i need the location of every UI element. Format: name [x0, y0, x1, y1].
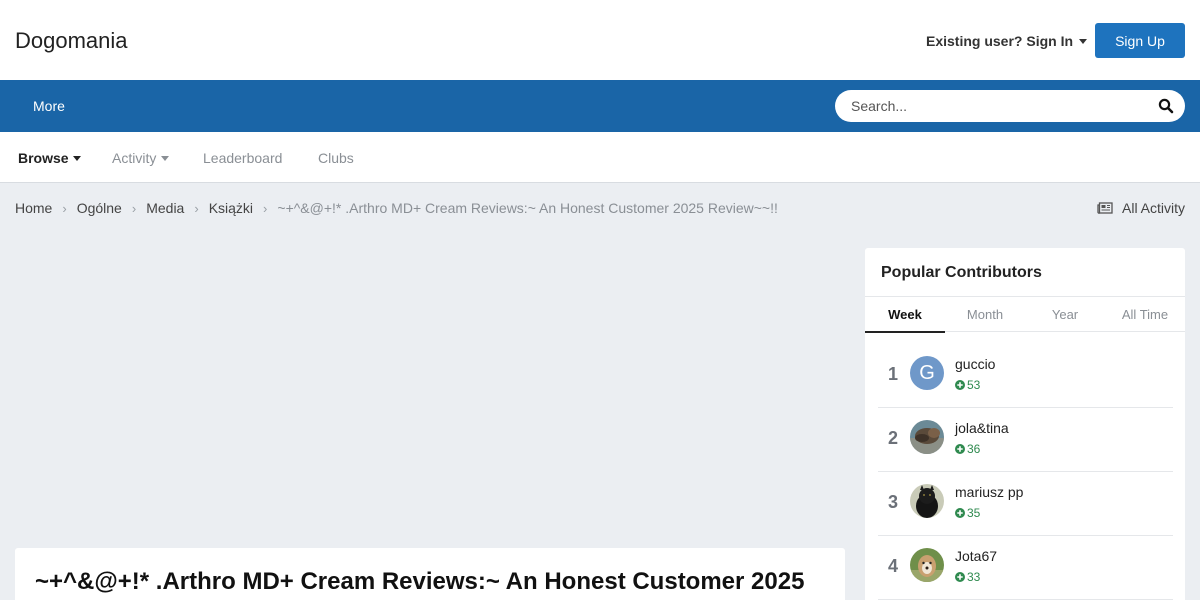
sub-nav: Browse Activity Leaderboard Clubs [0, 132, 1200, 183]
contributor-rank: 3 [887, 492, 898, 512]
contributor-row: 2 jola&tina 36 [878, 408, 1173, 472]
avatar[interactable] [910, 420, 944, 454]
chevron-down-icon [72, 155, 81, 161]
reputation-value: 35 [967, 506, 981, 520]
chevron-right-icon: › [194, 200, 199, 216]
tab-all-time[interactable]: All Time [1105, 297, 1185, 332]
tab-leaderboard-label: Leaderboard [203, 150, 283, 166]
tab-browse-label: Browse [18, 150, 69, 166]
tab-activity[interactable]: Activity [112, 150, 170, 166]
search-input[interactable] [835, 90, 1145, 122]
breadcrumb-current: ~+^&@+!* .Arthro MD+ Cream Reviews:~ An … [277, 200, 778, 216]
contributor-rank: 2 [887, 428, 898, 448]
widget-title: Popular Contributors [881, 264, 1042, 281]
search-icon[interactable] [1157, 97, 1175, 115]
tab-week[interactable]: Week [865, 297, 945, 333]
avatar-letter: G [919, 361, 935, 384]
tab-browse[interactable]: Browse [18, 150, 81, 166]
contributor-name[interactable]: jola&tina [955, 420, 1009, 436]
tab-clubs[interactable]: Clubs [318, 150, 354, 166]
main-nav: More [0, 80, 1200, 132]
plus-circle-icon [955, 380, 965, 390]
sign-in-link[interactable]: Existing user? Sign In [926, 33, 1088, 49]
breadcrumb-media[interactable]: Media [146, 200, 184, 216]
site-logo[interactable]: Dogomania [15, 28, 128, 54]
reputation: 53 [955, 378, 980, 392]
all-activity-link[interactable]: All Activity [1097, 200, 1185, 216]
tab-activity-label: Activity [112, 150, 157, 166]
contributor-name[interactable]: guccio [955, 356, 995, 372]
site-header: Dogomania Existing user? Sign In Sign Up [0, 0, 1200, 80]
avatar-photo [910, 484, 944, 518]
avatar[interactable] [910, 484, 944, 518]
avatar-photo [910, 548, 944, 582]
reputation-value: 36 [967, 442, 981, 456]
popular-contributors-widget: Popular Contributors Week Month Year All… [865, 248, 1185, 600]
plus-circle-icon [955, 444, 965, 454]
tab-clubs-label: Clubs [318, 150, 354, 166]
avatar[interactable] [910, 548, 944, 582]
post-card: ~+^&@+!* .Arthro MD+ Cream Reviews:~ An … [15, 548, 845, 600]
nav-more-item[interactable]: More [33, 98, 65, 114]
contributor-row: 1 G guccio 53 [878, 344, 1173, 408]
plus-circle-icon [955, 572, 965, 582]
breadcrumb-ogolne[interactable]: Ogólne [77, 200, 122, 216]
contributor-name[interactable]: mariusz pp [955, 484, 1023, 500]
reputation: 35 [955, 506, 980, 520]
reputation: 36 [955, 442, 980, 456]
reputation: 33 [955, 570, 980, 584]
chevron-down-icon [161, 155, 170, 161]
sign-in-label: Existing user? Sign In [926, 33, 1074, 49]
breadcrumb-ksiazki[interactable]: Książki [209, 200, 253, 216]
newspaper-icon [1097, 202, 1113, 214]
sign-up-button[interactable]: Sign Up [1095, 23, 1185, 58]
contributor-rank: 4 [887, 556, 898, 576]
contributors-tabs: Week Month Year All Time [865, 296, 1185, 333]
chevron-right-icon: › [131, 200, 137, 216]
search-box [835, 90, 1185, 122]
tab-year[interactable]: Year [1025, 297, 1105, 332]
breadcrumb: Home › Ogólne › Media › Książki › ~+^&@+… [15, 200, 778, 216]
reputation-value: 33 [967, 570, 981, 584]
avatar-photo [910, 420, 944, 454]
chevron-right-icon: › [62, 200, 67, 216]
chevron-right-icon: › [263, 200, 268, 216]
contributor-row: 4 Jota67 33 [878, 536, 1173, 600]
breadcrumb-home[interactable]: Home [15, 200, 52, 216]
reputation-value: 53 [967, 378, 981, 392]
chevron-down-icon [1079, 38, 1088, 44]
avatar[interactable]: G [910, 356, 944, 390]
plus-circle-icon [955, 508, 965, 518]
tab-month[interactable]: Month [945, 297, 1025, 332]
contributor-name[interactable]: Jota67 [955, 548, 997, 564]
contributor-row: 3 mariusz pp 35 [878, 472, 1173, 536]
all-activity-label: All Activity [1122, 200, 1186, 216]
tab-leaderboard[interactable]: Leaderboard [203, 150, 282, 166]
contributor-rank: 1 [887, 364, 898, 384]
post-title: ~+^&@+!* .Arthro MD+ Cream Reviews:~ An … [35, 568, 805, 595]
